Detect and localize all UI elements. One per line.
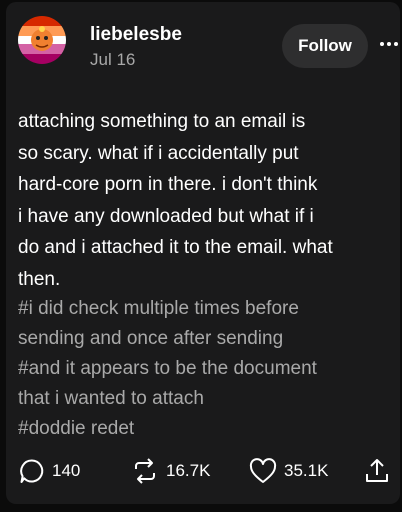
- post-header: liebelesbe Jul 16 Follow: [18, 12, 398, 70]
- avatar[interactable]: [18, 16, 66, 64]
- post-text-line: then.: [18, 268, 61, 290]
- like-count: 35.1K: [284, 461, 329, 480]
- post-actions: 140 16.7K 35.1K: [6, 454, 400, 490]
- reply-button[interactable]: 140: [18, 454, 80, 488]
- post-text-line: i have any downloaded but what if i: [18, 205, 314, 227]
- repost-arrows-icon: [135, 458, 155, 484]
- post-tags: #i did check multiple times before sendi…: [18, 294, 388, 444]
- avatar-image: [18, 16, 66, 64]
- share-button[interactable]: [364, 454, 390, 488]
- tag-line[interactable]: that i wanted to attach: [18, 384, 388, 414]
- like-button[interactable]: 35.1K: [248, 454, 328, 488]
- tag-line[interactable]: #doddie redet: [18, 414, 388, 444]
- tag-line[interactable]: sending and once after sending: [18, 324, 388, 354]
- more-dots-icon: [380, 42, 398, 46]
- tag-line[interactable]: #i did check multiple times before: [18, 294, 388, 324]
- post-card: liebelesbe Jul 16 Follow attaching somet…: [6, 2, 400, 504]
- post-text-line: hard-core porn in there. i don't think: [18, 174, 318, 195]
- username[interactable]: liebelesbe: [90, 24, 182, 46]
- post-text-line: so scary. what if i accidentally put: [18, 142, 299, 164]
- heart-icon: [249, 458, 277, 483]
- follow-button[interactable]: Follow: [282, 24, 368, 68]
- share-upload-icon: [366, 459, 388, 482]
- post-date[interactable]: Jul 16: [90, 50, 135, 70]
- speech-bubble-icon: [20, 459, 44, 483]
- reply-count: 140: [52, 461, 81, 480]
- post-body: attaching something to an email is so sc…: [18, 106, 388, 295]
- more-options-button[interactable]: [376, 34, 402, 54]
- post-text-line: attaching something to an email is: [18, 111, 306, 132]
- tag-line[interactable]: #and it appears to be the document: [18, 354, 388, 384]
- post-text-line: do and i attached it to the email. what: [18, 237, 333, 258]
- reblog-count: 16.7K: [166, 461, 211, 480]
- reblog-button[interactable]: 16.7K: [130, 454, 210, 488]
